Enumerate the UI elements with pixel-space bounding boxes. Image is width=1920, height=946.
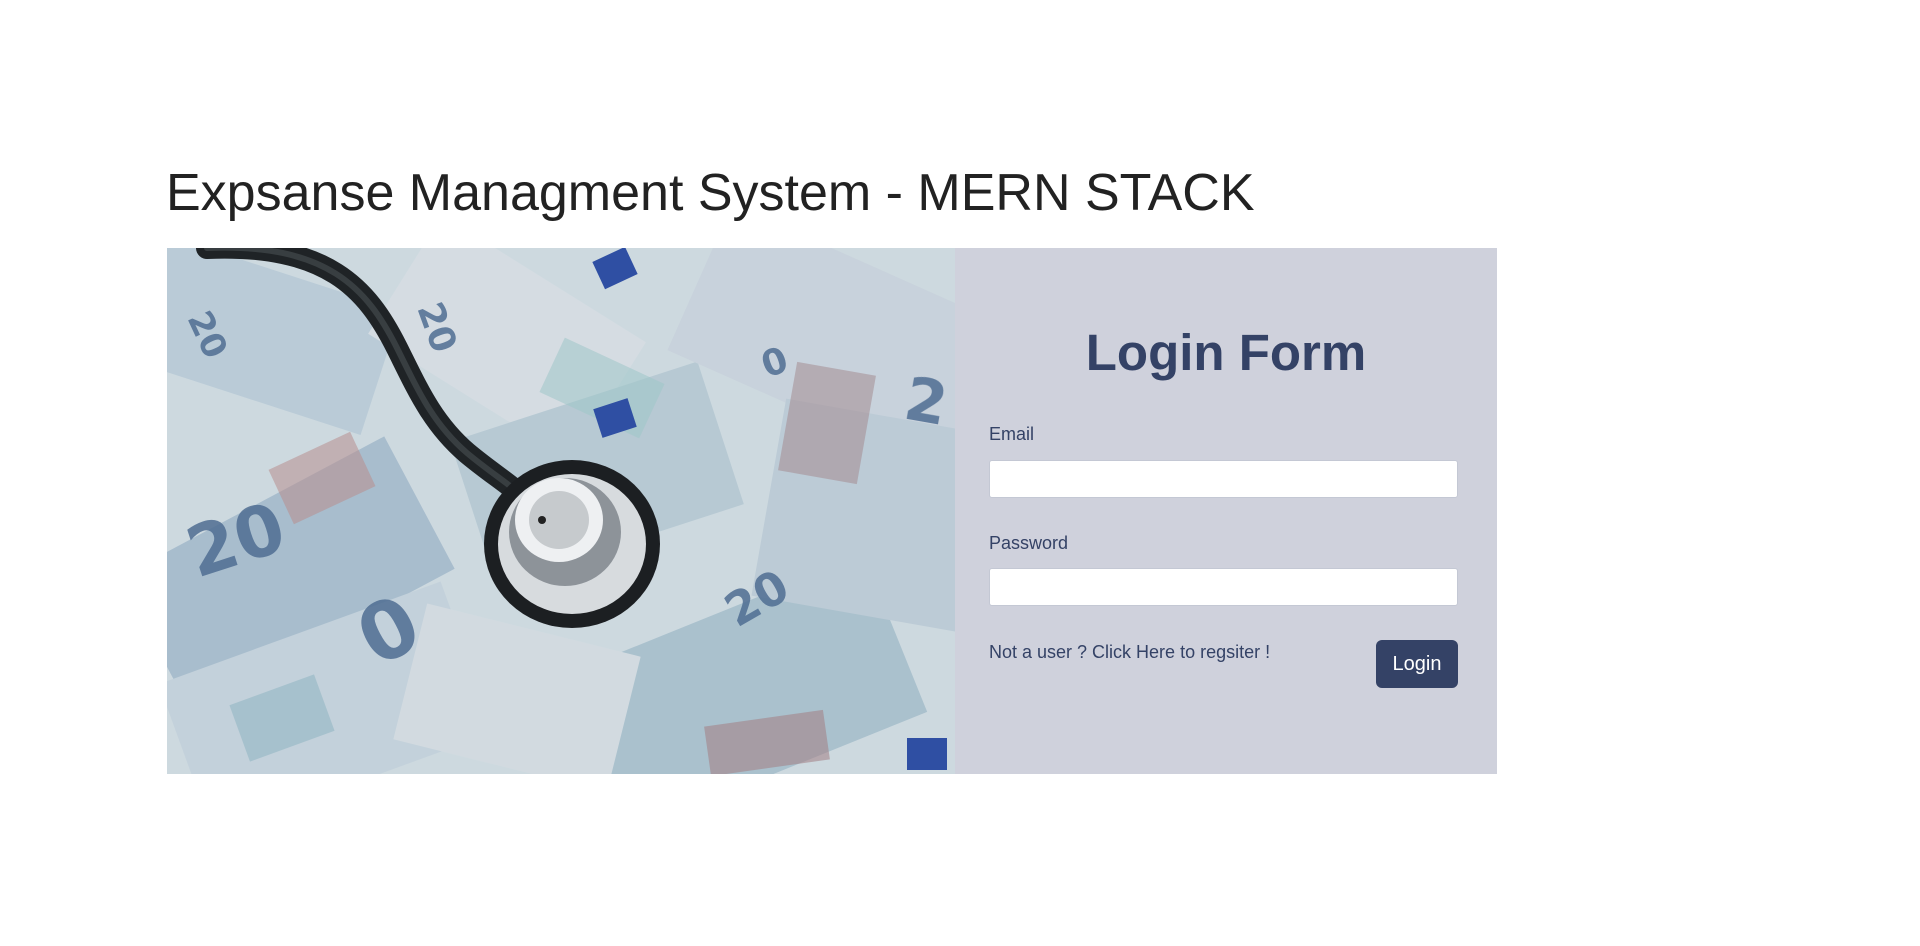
login-button[interactable]: Login [1376,640,1458,688]
password-field[interactable] [989,568,1458,606]
login-form-panel: Login Form Email Password Not a user ? C… [955,248,1497,774]
register-link[interactable]: Not a user ? Click Here to regsiter ! [989,642,1270,663]
page-title: Expsanse Managment System - MERN STACK [166,164,1255,222]
email-label: Email [989,424,1035,444]
money-stethoscope-image: 20 20 20 0 20 0 2 [167,248,955,774]
login-form-heading: Login Form [1085,324,1367,381]
password-label: Password [989,533,1069,553]
login-card: 20 20 20 0 20 0 2 Login Form Email Passw… [167,248,1497,774]
email-field[interactable] [989,460,1458,498]
